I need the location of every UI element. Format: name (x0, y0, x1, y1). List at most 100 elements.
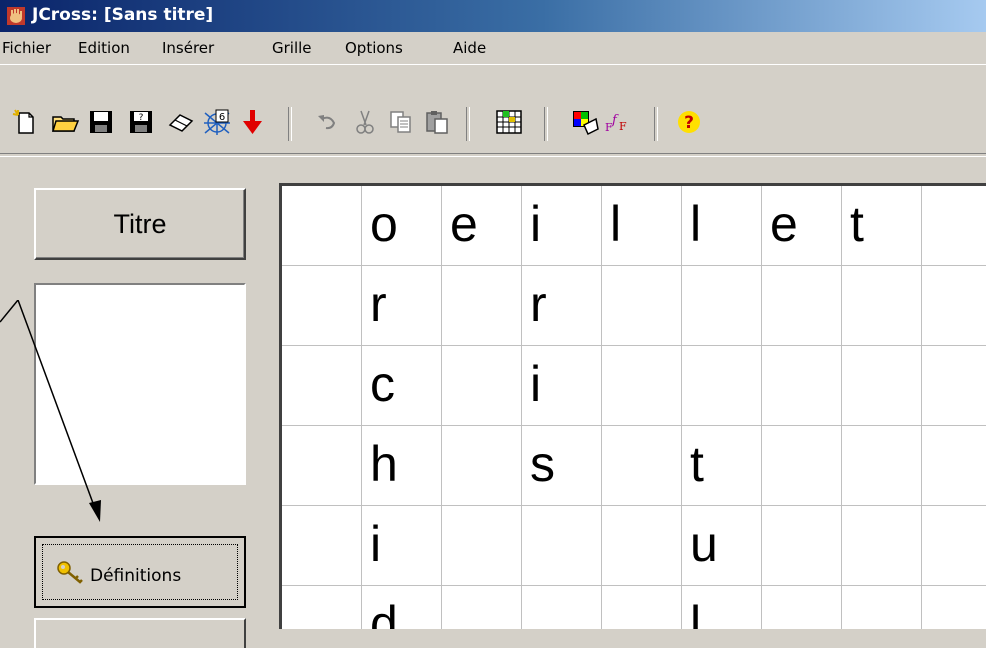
grid-cell[interactable] (442, 426, 522, 506)
grid-cell[interactable] (282, 266, 362, 346)
grid-cell[interactable] (762, 506, 842, 586)
open-button[interactable] (50, 107, 80, 137)
grid-cell[interactable]: u (682, 506, 762, 586)
grid-cell[interactable] (442, 586, 522, 629)
grid-cell[interactable] (522, 506, 602, 586)
clear-button[interactable] (166, 107, 196, 137)
grid-cell[interactable] (842, 426, 922, 506)
cut-button[interactable] (350, 107, 380, 137)
grid-cell[interactable] (842, 266, 922, 346)
grid-cell[interactable]: l (682, 586, 762, 629)
cell-letter: t (850, 196, 864, 252)
grid-cell[interactable] (762, 266, 842, 346)
colors-button[interactable] (570, 107, 600, 137)
grid-cell[interactable] (602, 346, 682, 426)
grid-cell[interactable] (922, 426, 986, 506)
cell-letter: r (370, 276, 387, 332)
grid-cell[interactable] (522, 586, 602, 629)
grid-cell[interactable] (922, 506, 986, 586)
grid-cell[interactable]: r (362, 266, 442, 346)
grid-cell[interactable] (282, 346, 362, 426)
lower-panel-button[interactable] (34, 618, 246, 648)
menu-grille[interactable]: Grille (272, 39, 312, 57)
save-button[interactable] (86, 107, 116, 137)
grid-cell[interactable] (282, 586, 362, 629)
undo-icon (318, 115, 336, 130)
grid-cell[interactable] (442, 266, 522, 346)
menu-bar: Fichier Edition Insérer Grille Options A… (0, 32, 986, 64)
grid-cell[interactable] (842, 586, 922, 629)
cell-letter: s (530, 436, 555, 492)
grid-cell[interactable] (602, 426, 682, 506)
menu-fichier[interactable]: Fichier (2, 39, 51, 57)
cell-letter: t (690, 436, 704, 492)
grid-cell[interactable] (282, 426, 362, 506)
grid-cell[interactable] (922, 266, 986, 346)
grid-cell[interactable] (762, 586, 842, 629)
open-folder-icon (51, 116, 80, 132)
grid-cell[interactable]: l (602, 186, 682, 266)
new-file-icon (12, 109, 34, 134)
menu-edition[interactable]: Edition (78, 39, 130, 57)
web-export-icon: 6 (204, 109, 230, 135)
grid-cell[interactable]: t (682, 426, 762, 506)
grid-icon (496, 110, 522, 134)
paste-button[interactable] (422, 107, 452, 137)
jcross-hand-icon (7, 7, 25, 25)
definitions-button[interactable]: Définitions (34, 536, 246, 608)
crossword-grid[interactable]: oeilletrrcihstiudl (279, 183, 986, 629)
cut-icon (356, 110, 374, 134)
font-button[interactable]: F f F (602, 107, 632, 137)
svg-text:6: 6 (219, 112, 225, 123)
grid-cell[interactable] (442, 506, 522, 586)
undo-button[interactable] (312, 107, 342, 137)
cell-letter: d (370, 596, 398, 629)
grid-cell[interactable]: i (362, 506, 442, 586)
grid-cell[interactable]: r (522, 266, 602, 346)
grid-cell[interactable] (682, 266, 762, 346)
grid-cell[interactable]: s (522, 426, 602, 506)
grid-cell[interactable] (602, 586, 682, 629)
grid-cell[interactable]: l (682, 186, 762, 266)
grid-cell[interactable]: e (442, 186, 522, 266)
grid-cell[interactable]: h (362, 426, 442, 506)
grid-cell[interactable] (922, 346, 986, 426)
menu-aide[interactable]: Aide (453, 39, 486, 57)
grid-cell[interactable] (442, 346, 522, 426)
help-button[interactable]: ? (674, 107, 704, 137)
grid-cell[interactable]: c (362, 346, 442, 426)
grid-button[interactable] (494, 107, 524, 137)
toolbar-separator (466, 107, 470, 141)
cell-letter: e (770, 196, 798, 252)
grid-cell[interactable] (282, 506, 362, 586)
grid-cell[interactable] (922, 186, 986, 266)
grid-cell[interactable] (842, 346, 922, 426)
grid-cell[interactable] (842, 506, 922, 586)
grid-cell[interactable] (682, 346, 762, 426)
grid-cell[interactable]: e (762, 186, 842, 266)
cell-letter: i (370, 516, 382, 572)
new-file-button[interactable] (10, 107, 40, 137)
titre-button[interactable]: Titre (34, 188, 246, 260)
grid-cell[interactable] (762, 426, 842, 506)
menu-options[interactable]: Options (345, 39, 403, 57)
menu-inserer[interactable]: Insérer (162, 39, 214, 57)
web-export-button[interactable]: 6 (202, 107, 232, 137)
grid-cell[interactable]: i (522, 346, 602, 426)
grid-cell[interactable]: d (362, 586, 442, 629)
grid-cell[interactable] (762, 346, 842, 426)
svg-text:?: ? (139, 113, 144, 123)
grid-cell[interactable]: i (522, 186, 602, 266)
grid-cell[interactable]: t (842, 186, 922, 266)
save-as-button[interactable]: ? (126, 107, 156, 137)
grid-cell[interactable] (282, 186, 362, 266)
grid-cell[interactable]: o (362, 186, 442, 266)
cell-letter: r (530, 276, 547, 332)
grid-cell[interactable] (922, 586, 986, 629)
cell-letter: l (690, 196, 702, 252)
grid-cell[interactable] (602, 506, 682, 586)
red-arrow-down-icon (243, 110, 262, 134)
grid-cell[interactable] (602, 266, 682, 346)
red-arrow-button[interactable] (238, 107, 268, 137)
copy-button[interactable] (386, 107, 416, 137)
